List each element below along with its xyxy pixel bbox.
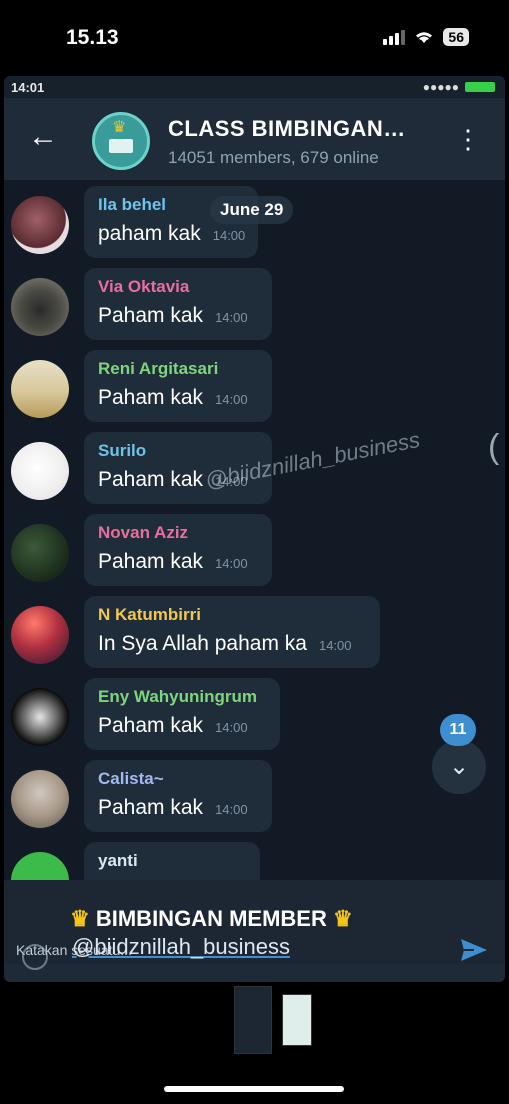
chat-header: ← ♛ CLASS BIMBINGAN… 14051 members, 679 …	[4, 98, 505, 180]
signal-dots-icon: ●●●●●	[422, 80, 459, 94]
message-text: In Sya Allah paham ka 14:00	[98, 632, 364, 656]
avatar[interactable]	[11, 442, 69, 500]
thumbnail-1[interactable]	[234, 986, 272, 1054]
back-arrow-icon[interactable]: ←	[28, 122, 58, 152]
message-bubble[interactable]: Calista~ Paham kak 14:00	[84, 760, 272, 832]
banner-text: BIMBINGAN MEMBER	[95, 906, 327, 931]
avatar[interactable]	[11, 278, 69, 336]
message-text: Paham kak 14:00	[98, 550, 256, 574]
home-indicator[interactable]	[164, 1086, 344, 1092]
message-text: Paham kak 14:00	[98, 714, 264, 738]
unread-count-badge: 11	[440, 714, 476, 746]
message-row[interactable]: Via Oktavia Paham kak 14:00	[4, 262, 505, 340]
chevron-down-icon: ⌄	[448, 753, 470, 780]
avatar[interactable]: Y	[11, 852, 69, 880]
message-body: Paham kak	[98, 304, 204, 327]
send-icon[interactable]	[458, 934, 490, 966]
message-bubble[interactable]: Novan Aziz Paham kak 14:00	[84, 514, 272, 586]
crown-icon: ♛	[70, 906, 90, 931]
date-chip: June 29	[210, 196, 294, 224]
inner-status-icons: ●●●●●	[423, 80, 495, 94]
sender-name[interactable]: Calista~	[98, 769, 256, 789]
composer-bar	[4, 964, 505, 982]
message-bubble[interactable]: Reni Argitasari Paham kak 14:00	[84, 350, 272, 422]
message-row[interactable]: N Katumbirri In Sya Allah paham ka 14:00	[4, 590, 505, 668]
group-title[interactable]: CLASS BIMBINGAN…	[168, 116, 406, 142]
message-list[interactable]: Ila behel paham kak 14:00 Via Oktavia Paham …	[4, 180, 505, 880]
thumbnail-2[interactable]	[282, 994, 312, 1046]
message-text: paham kak 14:00	[98, 222, 245, 246]
battery-icon: 56	[443, 28, 469, 46]
avatar[interactable]	[11, 770, 69, 828]
message-body: In Sya Allah paham ka	[98, 632, 307, 655]
message-time: 14:00	[215, 310, 248, 325]
sender-name[interactable]: Via Oktavia	[98, 277, 256, 297]
message-bubble[interactable]: yanti	[84, 842, 260, 880]
more-menu-icon[interactable]: ⋮	[455, 126, 481, 152]
avatar[interactable]	[11, 524, 69, 582]
message-body: Paham kak	[98, 550, 204, 573]
message-input[interactable]: @biidznillah_business	[72, 934, 290, 960]
sender-name[interactable]: yanti	[98, 851, 244, 871]
sender-name[interactable]: Novan Aziz	[98, 523, 256, 543]
message-body: Paham kak	[98, 714, 204, 737]
message-time: 14:00	[215, 556, 248, 571]
message-text: Paham kak 14:00	[98, 304, 256, 328]
message-bubble[interactable]: Via Oktavia Paham kak 14:00	[84, 268, 272, 340]
wifi-icon	[416, 32, 433, 43]
sender-name[interactable]: Reni Argitasari	[98, 359, 256, 379]
inner-time: 14:01	[11, 80, 45, 95]
scroll-indicator: (	[488, 428, 500, 466]
crown-icon: ♛	[332, 906, 353, 931]
message-body: Paham kak	[98, 386, 204, 409]
message-time: 14:00	[212, 228, 246, 243]
sender-name[interactable]: Eny Wahyuningrum	[98, 687, 264, 707]
sender-name[interactable]: N Katumbirri	[98, 605, 364, 625]
ios-time: 15.13	[66, 26, 119, 49]
scroll-down-button[interactable]: ⌄	[432, 740, 486, 794]
group-member-count: 14051 members, 679 online	[168, 148, 379, 167]
message-row[interactable]: Calista~ Paham kak 14:00	[4, 754, 505, 832]
avatar[interactable]	[11, 688, 69, 746]
group-avatar[interactable]: ♛	[92, 112, 150, 170]
book-icon	[109, 139, 133, 153]
message-body: Paham kak	[98, 468, 204, 491]
thumbnail-strip	[234, 986, 312, 1054]
message-body: paham kak	[98, 222, 201, 245]
inner-status-bar: 14:01 ●●●●●	[4, 76, 505, 98]
message-row[interactable]: Reni Argitasari Paham kak 14:00	[4, 344, 505, 422]
avatar[interactable]	[11, 196, 69, 254]
message-row[interactable]: Novan Aziz Paham kak 14:00	[4, 508, 505, 586]
cellular-signal-icon	[383, 29, 406, 45]
avatar[interactable]	[11, 606, 69, 664]
message-text: Paham kak 14:00	[98, 386, 256, 410]
message-time: 14:00	[215, 720, 248, 735]
message-body: Paham kak	[98, 796, 204, 819]
message-time: 14:00	[215, 392, 248, 407]
message-bubble[interactable]: N Katumbirri In Sya Allah paham ka 14:00	[84, 596, 380, 668]
message-time: 14:00	[215, 802, 248, 817]
message-bubble[interactable]: Eny Wahyuningrum Paham kak 14:00	[84, 678, 280, 750]
ios-status-bar: 15.13 56	[0, 0, 509, 78]
telegram-screenshot: 14:01 ●●●●● ← ♛ CLASS BIMBINGAN… 14051 m…	[4, 76, 505, 982]
message-text: Paham kak 14:00	[98, 796, 256, 820]
sender-name[interactable]: Surilo	[98, 441, 256, 461]
message-time: 14:00	[318, 638, 352, 653]
ios-status-icons: 56	[383, 28, 469, 46]
inner-battery-icon	[465, 82, 495, 92]
message-row[interactable]: Eny Wahyuningrum Paham kak 14:00	[4, 672, 505, 750]
pinned-banner: ♛ BIMBINGAN MEMBER ♛	[70, 906, 353, 932]
message-row[interactable]: Yyanti	[4, 836, 505, 880]
crown-icon: ♛	[112, 119, 127, 136]
avatar[interactable]	[11, 360, 69, 418]
